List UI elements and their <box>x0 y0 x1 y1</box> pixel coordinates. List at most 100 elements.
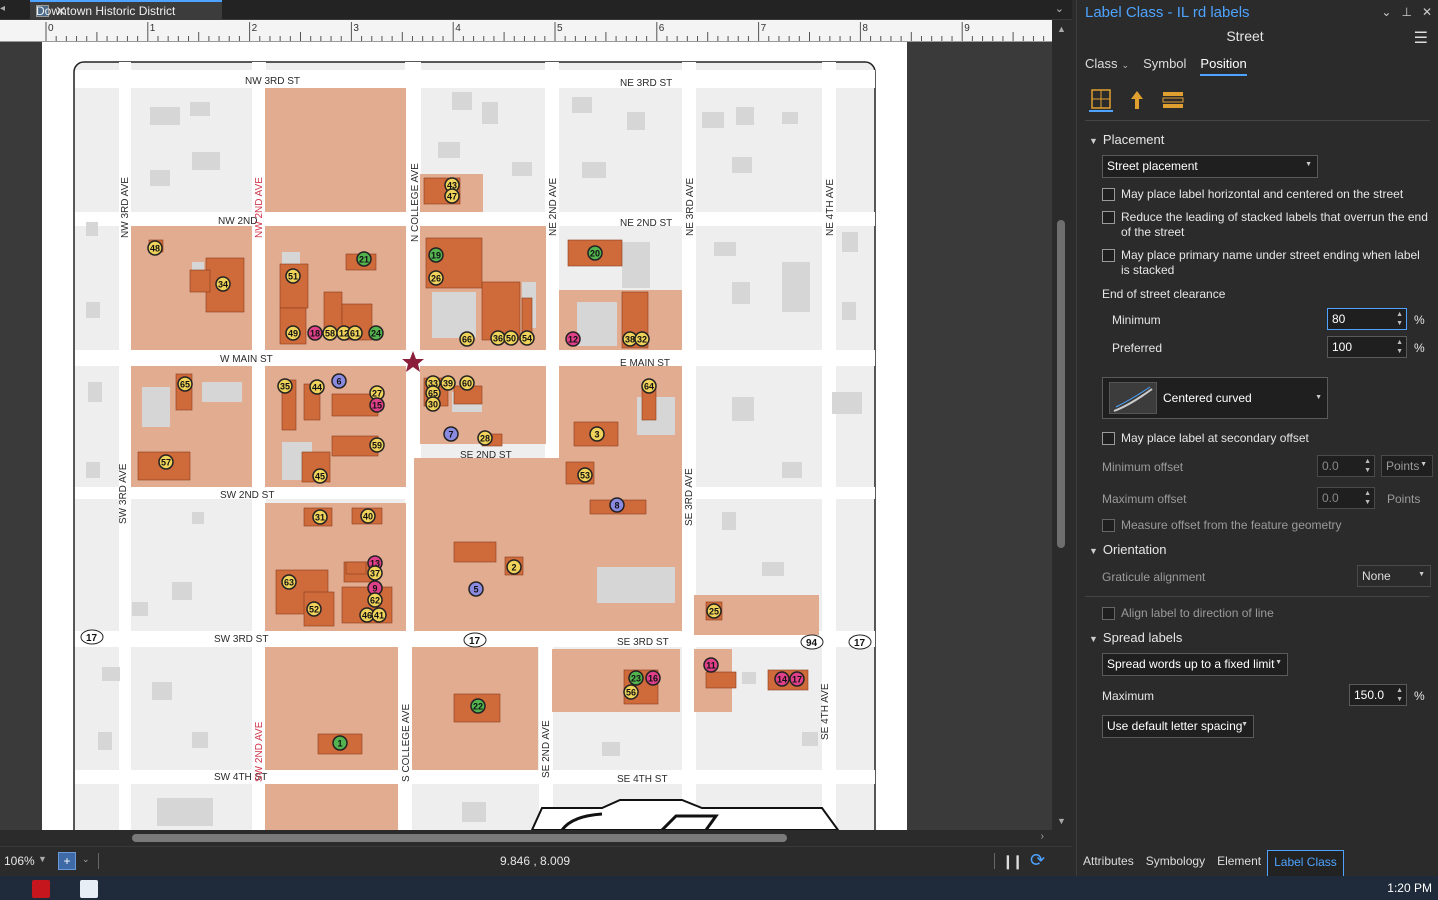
site-marker-label: 64 <box>644 382 654 392</box>
tab-attributes[interactable]: Attributes <box>1077 850 1140 876</box>
checkbox-label: May place label at secondary offset <box>1121 431 1309 445</box>
tab-symbology[interactable]: Symbology <box>1140 850 1211 876</box>
spinner-icon[interactable]: ▲ ▼ <box>1364 457 1371 475</box>
layout-page[interactable]: NW 3RD ST NE 3RD ST NW 2ND NE 2ND ST W M… <box>42 42 907 830</box>
close-pane-icon[interactable]: ✕ <box>1422 5 1432 19</box>
input-value: 150.0 <box>1354 688 1385 702</box>
tab-scroll-left-icon[interactable]: ◂ <box>0 3 8 17</box>
scroll-down-icon[interactable]: ▼ <box>1057 816 1066 826</box>
placement-subtab[interactable] <box>1089 88 1113 112</box>
street-label: SE 3RD AVE <box>684 468 695 526</box>
spinner-icon[interactable]: ▲ ▼ <box>1396 310 1403 328</box>
site-marker-label: 57 <box>161 458 171 468</box>
measure-offset-checkbox[interactable]: Measure offset from the feature geometry <box>1102 518 1431 533</box>
preferred-clearance-input[interactable]: 100 ▲ ▼ <box>1327 336 1407 358</box>
site-marker-label: 51 <box>288 272 298 282</box>
site-marker-label: 24 <box>371 329 381 339</box>
pause-drawing-icon[interactable]: ❙❙ <box>1002 853 1024 870</box>
offset-units-label: Points <box>1387 492 1421 506</box>
horizontal-scrollbar[interactable]: › <box>0 830 1052 846</box>
tab-downtown-historic-district[interactable]: Downtown Historic District ✕ <box>30 0 222 20</box>
zoom-chevron-icon[interactable]: ▼ <box>38 854 47 864</box>
system-clock[interactable]: 1:20 PM <box>1387 881 1432 895</box>
curve-style-picker[interactable]: Centered curved ▼ <box>1102 377 1328 419</box>
checkbox[interactable] <box>1102 211 1115 224</box>
graticule-alignment-dropdown[interactable]: None ▼ <box>1357 565 1431 587</box>
street-label: SE 4TH AVE <box>820 683 831 740</box>
horizontal-centered-checkbox[interactable]: May place label horizontal and centered … <box>1102 187 1431 202</box>
placement-section-header[interactable]: ▼ Placement <box>1089 132 1164 147</box>
spinner-icon[interactable]: ▲ ▼ <box>1364 489 1371 507</box>
pin-icon[interactable]: ⊥ <box>1401 5 1411 19</box>
pane-controls: ⌄ ⊥ ✕ <box>1381 5 1432 19</box>
reduce-leading-checkbox[interactable]: Reduce the leading of stacked labels tha… <box>1102 210 1431 240</box>
minimum-offset-input[interactable]: 0.0 ▲ ▼ <box>1317 455 1375 477</box>
curve-style-value: Centered curved <box>1163 391 1252 405</box>
maximum-offset-input[interactable]: 0.0 ▲ ▼ <box>1317 487 1375 509</box>
map-frame[interactable]: NW 3RD ST NE 3RD ST NW 2ND NE 2ND ST W M… <box>42 42 907 830</box>
site-marker-label: 66 <box>462 335 472 345</box>
spinner-icon[interactable]: ▲ ▼ <box>1396 686 1403 704</box>
vertical-scrollbar[interactable]: ▲ ▼ <box>1052 20 1072 830</box>
street-label: SE 4TH ST <box>617 774 668 785</box>
street-label: N COLLEGE AVE <box>410 163 421 242</box>
refresh-icon[interactable]: ⟳ <box>1030 850 1045 871</box>
tab-label-class[interactable]: Label Class <box>1267 850 1344 876</box>
street-label: NE 3RD AVE <box>685 178 696 236</box>
route-shield: 94 <box>806 638 818 649</box>
zoom-level[interactable]: 106% <box>4 854 35 868</box>
checkbox-label: Measure offset from the feature geometry <box>1121 518 1342 532</box>
street-label: NW 3RD ST <box>245 76 300 87</box>
navigate-chevron-icon[interactable]: ⌄ <box>82 854 90 865</box>
site-marker-label: 20 <box>590 249 600 259</box>
street-label: SE 3RD ST <box>617 637 669 648</box>
spread-labels-section-header[interactable]: ▼ Spread labels <box>1089 630 1182 645</box>
site-marker-label: 54 <box>522 334 532 344</box>
options-menu-icon[interactable]: ☰ <box>1414 28 1428 48</box>
tab-element[interactable]: Element <box>1211 850 1267 876</box>
site-marker-label: 53 <box>580 471 590 481</box>
tab-class[interactable]: Class ⌄ <box>1085 56 1129 76</box>
pane-menu-chevron-icon[interactable]: ⌄ <box>1381 5 1391 19</box>
spinner-icon[interactable]: ▲ ▼ <box>1396 338 1403 356</box>
primary-name-under-checkbox[interactable]: May place primary name under street endi… <box>1102 248 1431 278</box>
checkbox[interactable] <box>1102 607 1115 620</box>
letter-spacing-dropdown[interactable]: Use default letter spacing ▼ <box>1102 715 1254 738</box>
align-direction-checkbox[interactable]: Align label to direction of line <box>1102 606 1431 621</box>
conflict-resolution-subtab[interactable] <box>1125 88 1149 112</box>
dropdown-value: Street placement <box>1107 159 1198 173</box>
checkbox[interactable] <box>1102 432 1115 445</box>
checkbox-label: May place label horizontal and centered … <box>1121 187 1404 201</box>
orientation-section-header[interactable]: ▼ Orientation <box>1089 542 1167 557</box>
input-value: 80 <box>1332 312 1346 326</box>
site-marker-label: 26 <box>431 274 441 284</box>
checkbox[interactable] <box>1102 249 1115 262</box>
site-marker-label: 49 <box>288 329 298 339</box>
acrobat-taskbar-icon[interactable] <box>32 880 50 898</box>
scroll-right-icon[interactable]: › <box>1041 831 1044 842</box>
minimum-label: Minimum <box>1112 313 1161 327</box>
navigate-tool-icon[interactable]: + <box>58 852 76 870</box>
dropdown-arrow-icon: ▼ <box>1420 461 1427 468</box>
spread-words-dropdown[interactable]: Spread words up to a fixed limit ▼ <box>1102 653 1288 676</box>
explorer-taskbar-icon[interactable] <box>80 880 98 898</box>
offset-units-dropdown[interactable]: Points ▼ <box>1381 455 1433 477</box>
tab-list-chevron-icon[interactable]: ⌄ <box>1055 2 1064 15</box>
vertical-scroll-thumb[interactable] <box>1057 220 1065 548</box>
checkbox[interactable] <box>1102 519 1115 532</box>
tab-symbol[interactable]: Symbol <box>1143 56 1186 76</box>
dropdown-value: Spread words up to a fixed limit <box>1107 657 1275 671</box>
dropdown-arrow-icon: ▼ <box>1418 571 1425 578</box>
minimum-clearance-input[interactable]: 80 ▲ ▼ <box>1327 308 1407 330</box>
site-marker-label: 36 <box>493 334 503 344</box>
placement-dropdown[interactable]: Street placement ▼ <box>1102 155 1318 178</box>
fitting-strategy-subtab[interactable] <box>1161 88 1185 112</box>
checkbox[interactable] <box>1102 188 1115 201</box>
horizontal-scroll-thumb[interactable] <box>132 834 787 842</box>
tab-position[interactable]: Position <box>1200 56 1247 76</box>
maximum-spread-input[interactable]: 150.0 ▲ ▼ <box>1349 684 1407 706</box>
scroll-up-icon[interactable]: ▲ <box>1057 24 1066 34</box>
checkbox-label: Align label to direction of line <box>1121 606 1274 620</box>
secondary-offset-checkbox[interactable]: May place label at secondary offset <box>1102 431 1431 446</box>
site-marker-label: 8 <box>614 501 619 511</box>
